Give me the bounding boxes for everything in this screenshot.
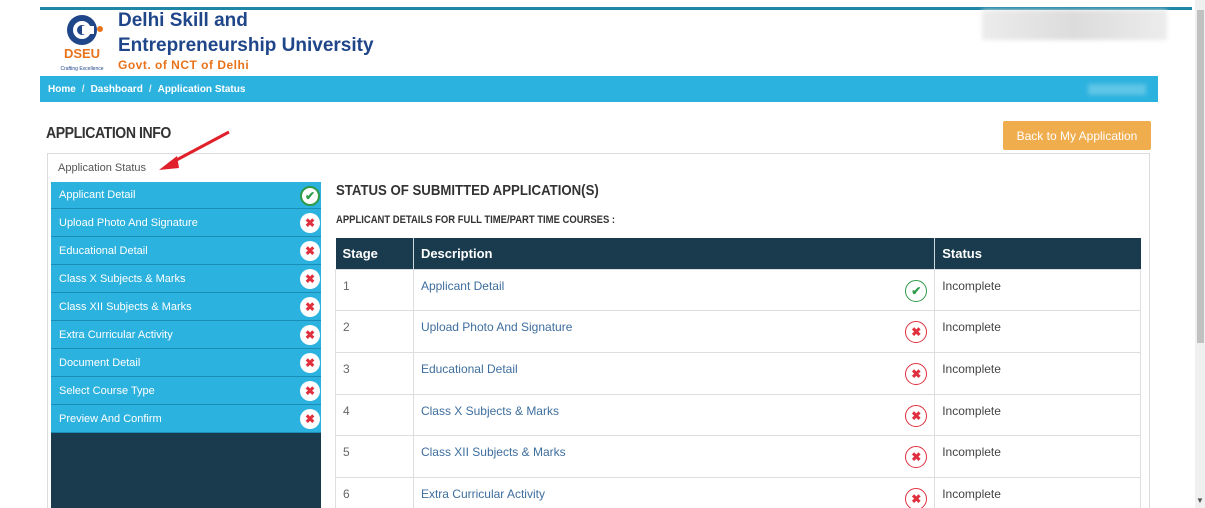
column-header-status: Status — [934, 238, 1141, 269]
column-header-stage: Stage — [335, 238, 414, 269]
cross-icon: ✖ — [905, 321, 928, 344]
check-icon: ✔ — [905, 279, 928, 302]
logo-tagline: Crafting Excellence — [60, 66, 103, 72]
cross-icon: ✖ — [300, 241, 320, 261]
breadcrumb: Home / Dashboard / Application Status — [40, 76, 1158, 102]
table-row: 2 Upload Photo And Signature ✖ Incomplet… — [335, 310, 1141, 353]
breadcrumb-separator: / — [148, 83, 152, 95]
description-link[interactable]: Extra Curricular Activity — [421, 487, 545, 501]
university-name-line1: Delhi Skill and — [118, 10, 248, 31]
stage-cell: 2 — [335, 310, 414, 353]
status-cell: Incomplete — [934, 351, 1141, 395]
status-section-subtitle: APPLICANT DETAILS FOR FULL TIME/PART TIM… — [336, 214, 616, 226]
table-row: 3 Educational Detail ✖ Incomplete — [335, 351, 1141, 395]
description-link[interactable]: Upload Photo And Signature — [421, 320, 572, 334]
cross-icon: ✖ — [905, 487, 928, 508]
status-cell: Incomplete — [934, 435, 1141, 478]
description-link[interactable]: Class X Subjects & Marks — [421, 404, 559, 418]
sidebar-item-document-detail[interactable]: Document Detail ✖ — [51, 349, 321, 377]
sidebar-item-preview-confirm[interactable]: Preview And Confirm ✖ — [51, 405, 321, 433]
status-section-title: STATUS OF SUBMITTED APPLICATION(S) — [336, 182, 599, 199]
description-cell: Class XII Subjects & Marks ✖ — [412, 435, 936, 478]
breadcrumb-home[interactable]: Home — [48, 84, 76, 95]
sidebar-item-label: Document Detail — [59, 356, 141, 369]
sidebar-item-label: Applicant Detail — [59, 189, 136, 201]
cross-icon: ✖ — [300, 381, 320, 401]
table-row: 1 Applicant Detail ✔ Incomplete — [335, 268, 1141, 312]
cross-icon: ✖ — [300, 297, 320, 317]
breadcrumb-dashboard[interactable]: Dashboard — [91, 84, 143, 95]
description-cell: Educational Detail ✖ — [412, 351, 936, 395]
sidebar-item-extra-curricular[interactable]: Extra Curricular Activity ✖ — [51, 321, 321, 349]
govt-label: Govt. of NCT of Delhi — [118, 58, 250, 72]
sidebar-item-label: Educational Detail — [59, 244, 148, 257]
site-header: DSEU Crafting Excellence Delhi Skill and… — [40, 10, 1192, 74]
status-cell: Incomplete — [934, 476, 1141, 508]
breadcrumb-redacted — [1088, 84, 1146, 95]
application-sidebar: Applicant Detail ✔ Upload Photo And Sign… — [51, 182, 321, 508]
column-header-description: Description — [413, 238, 936, 269]
sidebar-item-course-type[interactable]: Select Course Type ✖ — [51, 377, 321, 405]
table-row: 6 Extra Curricular Activity ✖ Incomplete — [335, 476, 1141, 508]
sidebar-item-applicant-detail[interactable]: Applicant Detail ✔ — [51, 182, 321, 209]
scroll-down-icon[interactable]: ▼ — [1196, 496, 1204, 505]
application-status-table: Stage Description Status 1 Applicant Det… — [335, 238, 1141, 508]
description-cell: Applicant Detail ✔ — [412, 268, 936, 312]
table-row: 4 Class X Subjects & Marks ✖ Incomplete — [335, 393, 1141, 437]
status-cell: Incomplete — [934, 310, 1141, 353]
back-to-application-button[interactable]: Back to My Application — [1003, 121, 1151, 150]
sidebar-item-label: Extra Curricular Activity — [59, 328, 173, 341]
sidebar-item-label: Preview And Confirm — [59, 412, 162, 425]
stage-cell: 5 — [335, 435, 414, 478]
breadcrumb-separator: / — [81, 83, 85, 95]
description-cell: Upload Photo And Signature ✖ — [412, 310, 936, 353]
cross-icon: ✖ — [905, 446, 928, 469]
page-title: APPLICATION INFO — [46, 125, 171, 142]
table-row: 5 Class XII Subjects & Marks ✖ Incomplet… — [335, 435, 1141, 478]
cross-icon: ✖ — [300, 409, 320, 429]
university-name-line2: Entrepreneurship University — [118, 35, 374, 56]
cross-icon: ✖ — [300, 269, 320, 289]
status-cell: Incomplete — [934, 393, 1141, 437]
description-link[interactable]: Applicant Detail — [421, 279, 504, 293]
check-icon: ✔ — [300, 186, 320, 206]
description-link[interactable]: Class XII Subjects & Marks — [421, 445, 566, 459]
cross-icon: ✖ — [905, 404, 928, 427]
scrollbar-thumb[interactable] — [1197, 10, 1204, 343]
sidebar-item-class-x[interactable]: Class X Subjects & Marks ✖ — [51, 265, 321, 293]
sidebar-item-label: Upload Photo And Signature — [59, 216, 198, 229]
table-header-row: Stage Description Status — [335, 238, 1141, 269]
description-cell: Extra Curricular Activity ✖ — [412, 476, 936, 508]
stage-cell: 4 — [335, 393, 414, 437]
status-cell: Incomplete — [934, 268, 1141, 312]
dseu-logo[interactable]: DSEU Crafting Excellence — [52, 12, 112, 74]
sidebar-item-educational-detail[interactable]: Educational Detail ✖ — [51, 237, 321, 265]
sidebar-item-label: Class X Subjects & Marks — [59, 272, 186, 285]
stage-cell: 1 — [335, 268, 414, 312]
sidebar-item-label: Select Course Type — [59, 384, 155, 397]
cross-icon: ✖ — [300, 213, 320, 233]
cross-icon: ✖ — [905, 362, 928, 385]
stage-cell: 6 — [335, 476, 414, 508]
cross-icon: ✖ — [300, 325, 320, 345]
logo-text: DSEU — [64, 46, 100, 61]
cross-icon: ✖ — [300, 353, 320, 373]
arrow-annotation-icon — [159, 130, 230, 170]
sidebar-item-class-xii[interactable]: Class XII Subjects & Marks ✖ — [51, 293, 321, 321]
description-link[interactable]: Educational Detail — [421, 362, 518, 376]
user-info-redacted — [982, 10, 1167, 40]
description-cell: Class X Subjects & Marks ✖ — [412, 393, 936, 437]
sidebar-item-label: Class XII Subjects & Marks — [59, 300, 192, 313]
breadcrumb-current: Application Status — [157, 83, 246, 95]
sidebar-item-upload-photo[interactable]: Upload Photo And Signature ✖ — [51, 209, 321, 237]
tab-application-status[interactable]: Application Status — [58, 162, 146, 174]
stage-cell: 3 — [335, 351, 414, 395]
